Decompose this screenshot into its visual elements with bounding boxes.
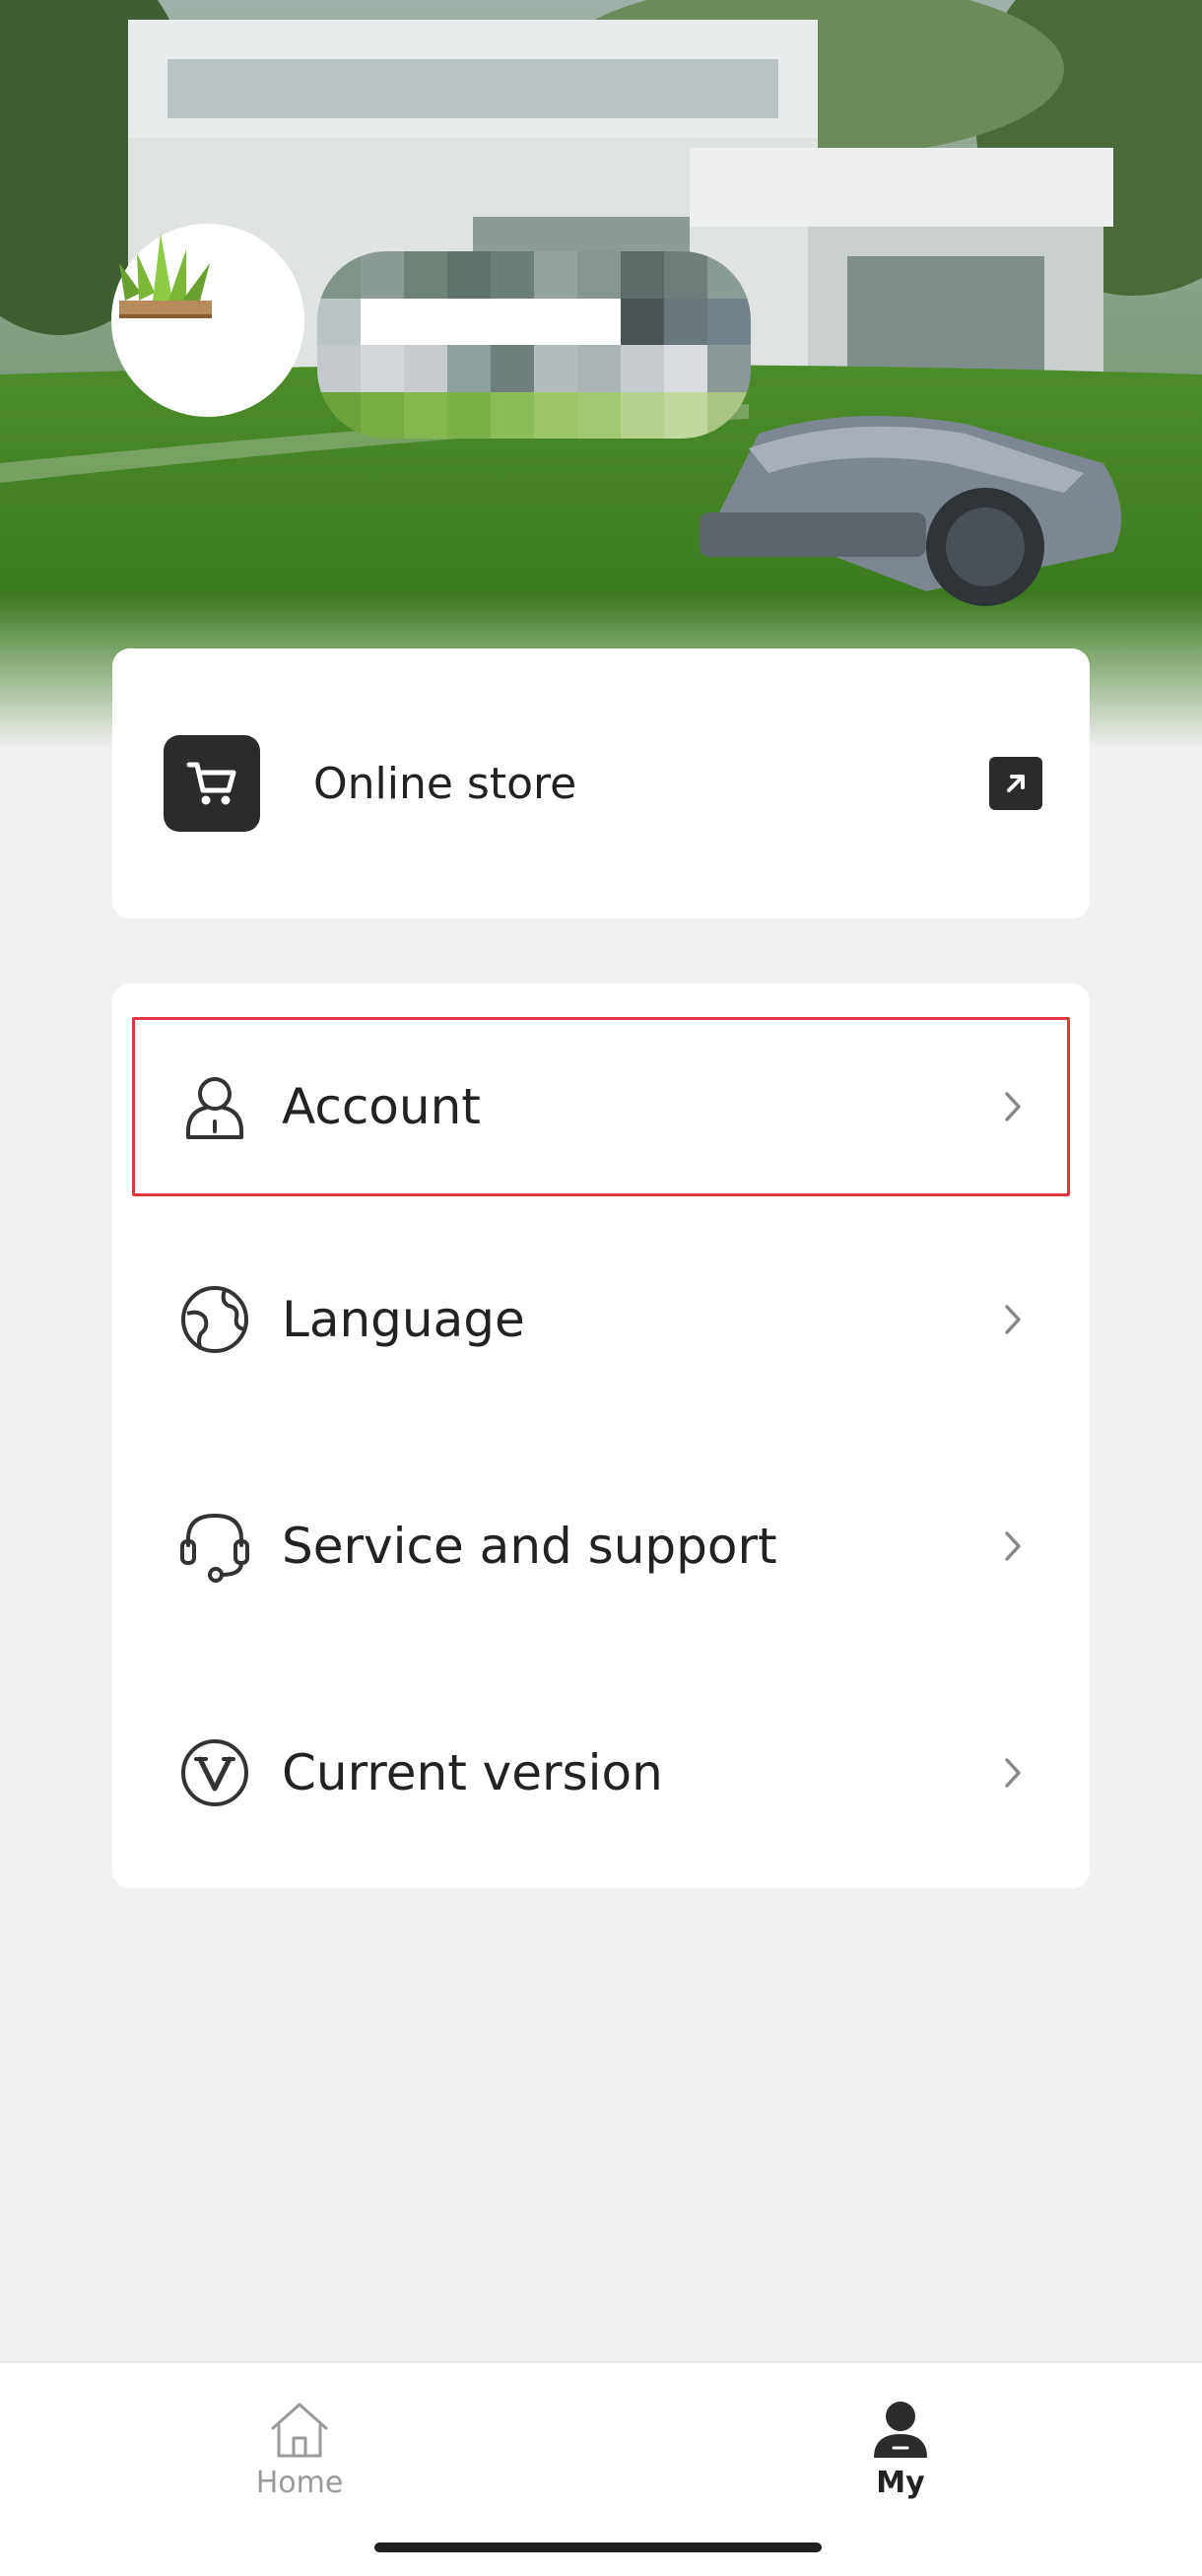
online-store-card[interactable]: Online store [112,648,1090,918]
tab-label: My [876,2466,925,2500]
grass-icon [119,234,212,318]
tab-home[interactable]: Home [201,2399,398,2500]
chevron-right-icon [993,1526,1033,1566]
avatar[interactable] [111,224,304,417]
menu-item-label: Service and support [282,1518,777,1575]
tab-my[interactable]: My [802,2399,999,2500]
menu-item-label: Account [282,1078,481,1135]
menu-item-current-version[interactable]: Current version [132,1683,1070,1863]
menu-item-label: Current version [282,1744,663,1801]
shopping-cart-icon [164,735,260,832]
version-v-icon [175,1733,254,1812]
headset-icon [175,1507,254,1586]
external-link-arrow-icon[interactable] [989,757,1042,810]
menu-item-label: Language [282,1291,525,1348]
online-store-row[interactable]: Online store [164,735,1042,832]
chevron-right-icon [993,1087,1033,1126]
settings-menu-card: Account Language Service and support Cur… [112,983,1090,1888]
menu-item-service-support[interactable]: Service and support [132,1457,1070,1636]
globe-icon [175,1280,254,1359]
tab-label: Home [255,2466,344,2500]
menu-item-language[interactable]: Language [132,1230,1070,1409]
person-icon [175,1067,254,1146]
chevron-right-icon [993,1753,1033,1793]
username-blurred [317,251,751,439]
online-store-label: Online store [313,758,577,809]
chevron-right-icon [993,1300,1033,1339]
user-icon [874,2402,927,2458]
menu-item-account[interactable]: Account [132,1017,1070,1196]
my-page: Online store Account Language Service an… [0,0,1202,2576]
home-icon [271,2403,328,2458]
home-indicator-bar[interactable] [374,2542,822,2552]
hero-banner [0,0,1202,749]
